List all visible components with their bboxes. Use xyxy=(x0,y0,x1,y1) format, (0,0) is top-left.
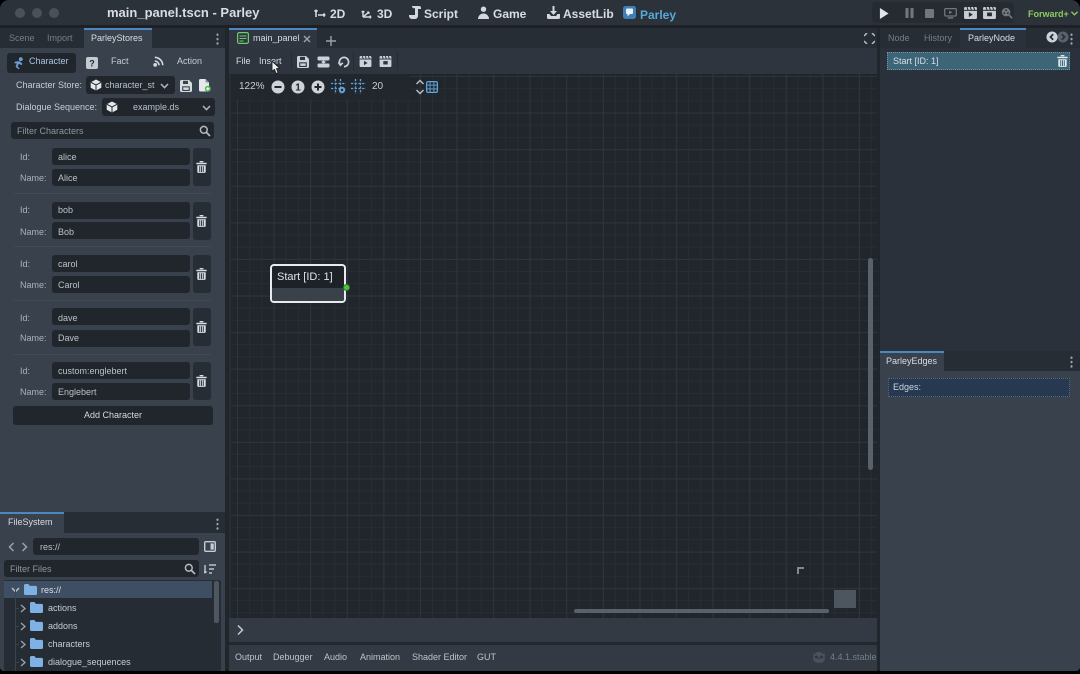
svg-text:1: 1 xyxy=(295,83,301,94)
svg-text:?: ? xyxy=(89,59,95,69)
